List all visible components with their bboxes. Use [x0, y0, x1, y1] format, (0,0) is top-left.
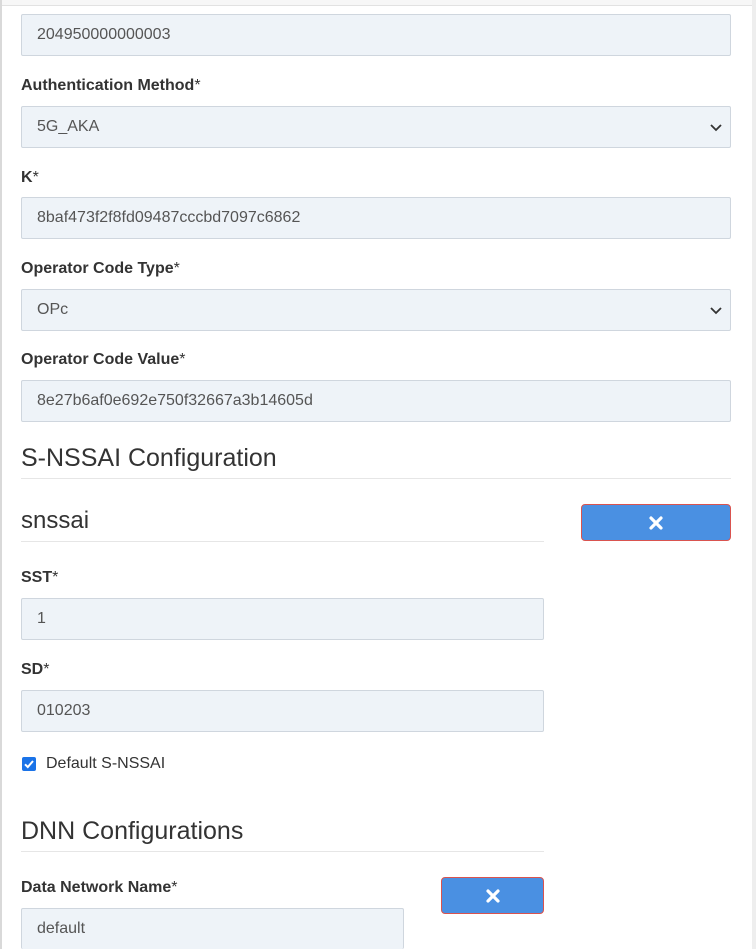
required-mark: *	[171, 879, 178, 896]
sd-label-text: SD	[21, 661, 44, 678]
op-code-type-selected-value: OPc	[37, 301, 69, 318]
sst-input[interactable]: 1	[21, 598, 544, 640]
sst-label: SST*	[21, 568, 58, 588]
dnn-input-value: default	[37, 920, 86, 937]
auth-method-selected-value: 5G_AKA	[37, 118, 100, 135]
sd-label: SD*	[21, 660, 49, 680]
op-code-value-input-value: 8e27b6af0e692e750f32667a3b14605d	[37, 392, 313, 409]
k-label-text: K	[21, 169, 33, 186]
scrollbar-track[interactable]	[752, 0, 756, 949]
default-snssai-option[interactable]: Default S-NSSAI	[22, 755, 165, 773]
required-mark: *	[43, 661, 50, 678]
sst-input-value: 1	[37, 610, 46, 627]
auth-method-label: Authentication Method*	[21, 76, 201, 96]
delete-dnn-button[interactable]	[441, 877, 544, 914]
chevron-down-icon	[710, 124, 722, 132]
auth-method-label-text: Authentication Method	[21, 77, 195, 94]
default-snssai-checkbox[interactable]	[22, 757, 36, 771]
modal-left-edge	[0, 0, 2, 949]
delete-snssai-button[interactable]	[581, 504, 731, 541]
x-icon	[649, 515, 663, 530]
required-mark: *	[194, 77, 201, 94]
required-mark: *	[32, 169, 39, 186]
op-code-value-input[interactable]: 8e27b6af0e692e750f32667a3b14605d	[21, 380, 731, 422]
supi-input[interactable]: 204950000000003	[21, 14, 731, 56]
snssai-section-title: S-NSSAI Configuration	[21, 444, 277, 472]
sd-input-value: 010203	[37, 702, 91, 719]
required-mark: *	[173, 260, 180, 277]
supi-input-value: 204950000000003	[37, 26, 171, 43]
x-icon	[485, 888, 500, 903]
chevron-down-icon	[710, 307, 722, 315]
sst-label-text: SST	[21, 569, 53, 586]
op-code-type-label-text: Operator Code Type	[21, 260, 174, 277]
default-snssai-label: Default S-NSSAI	[46, 755, 166, 772]
subscriber-form-modal: 204950000000003 Authentication Method* 5…	[0, 0, 756, 949]
dnn-section-title: DNN Configurations	[21, 817, 244, 845]
dnn-label: Data Network Name*	[21, 878, 178, 898]
sd-input[interactable]: 010203	[21, 690, 544, 732]
required-mark: *	[52, 569, 59, 586]
op-code-type-select[interactable]: OPc	[21, 289, 731, 331]
dnn-label-text: Data Network Name	[21, 879, 172, 896]
auth-method-select[interactable]: 5G_AKA	[21, 106, 731, 148]
op-code-value-label-text: Operator Code Value	[21, 351, 180, 368]
snssai-section-divider	[21, 478, 731, 479]
snssai-item-divider	[21, 541, 544, 542]
snssai-item-title: snssai	[21, 507, 90, 534]
k-input[interactable]: 8baf473f2f8fd09487cccbd7097c6862	[21, 197, 731, 239]
op-code-value-label: Operator Code Value*	[21, 350, 186, 370]
required-mark: *	[179, 351, 186, 368]
k-input-value: 8baf473f2f8fd09487cccbd7097c6862	[37, 209, 301, 226]
dnn-input[interactable]: default	[21, 908, 404, 949]
op-code-type-label: Operator Code Type*	[21, 259, 180, 279]
modal-top-edge	[0, 0, 756, 6]
k-label: K*	[21, 168, 39, 188]
checkmark-icon	[24, 760, 34, 769]
dnn-section-divider	[21, 851, 544, 852]
